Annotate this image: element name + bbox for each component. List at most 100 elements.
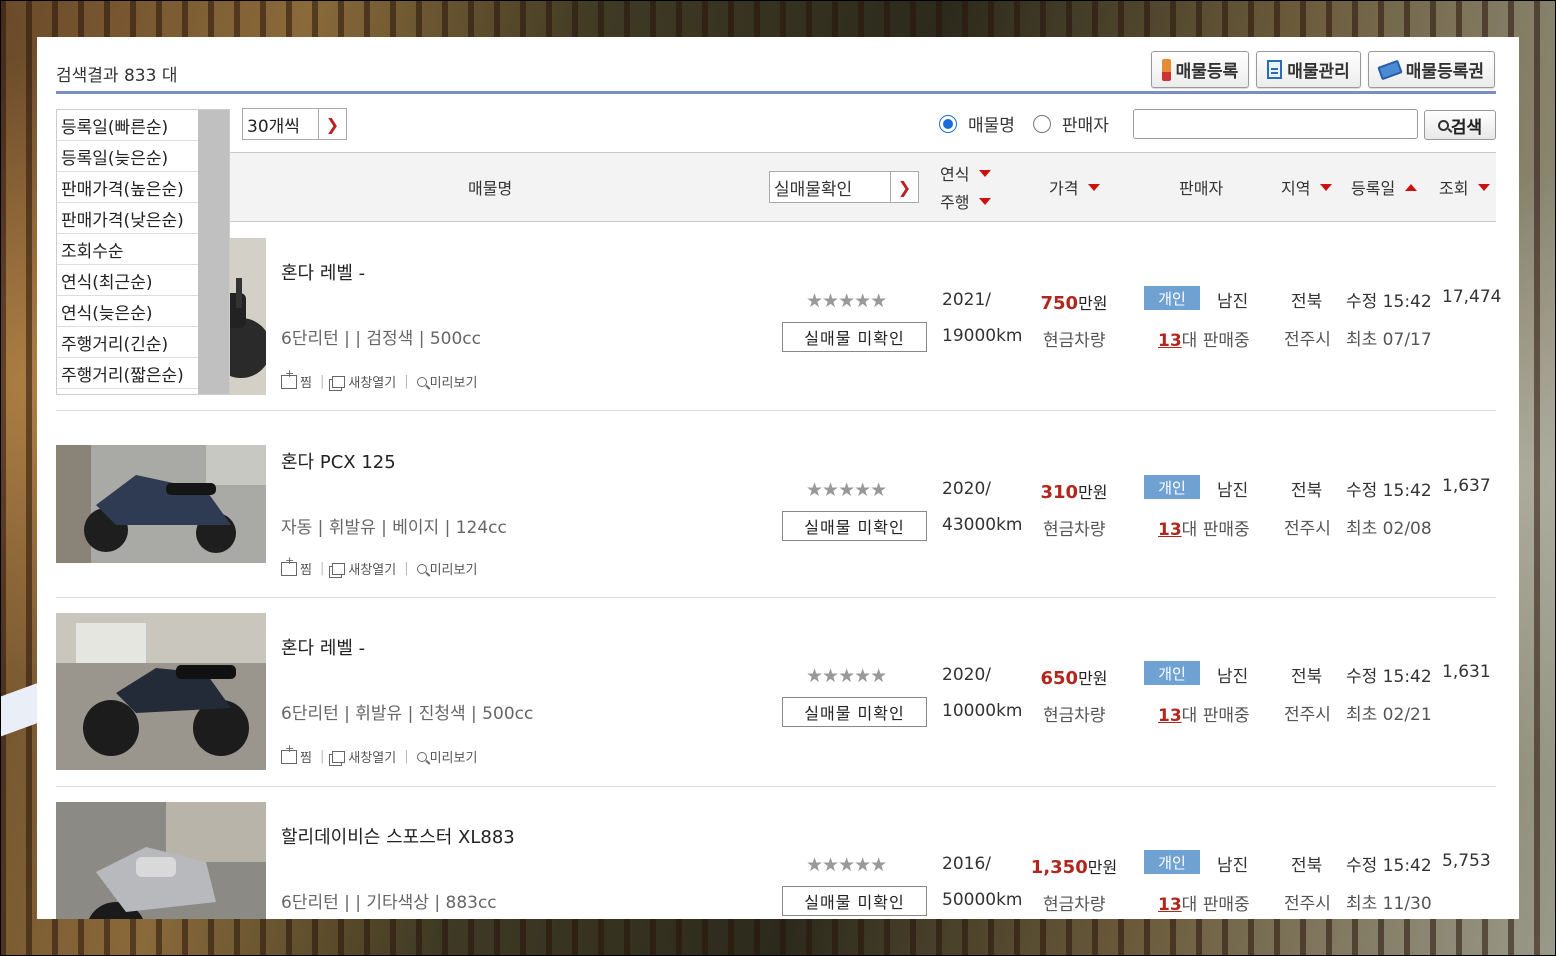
listing-city: 전주시 (1284, 519, 1331, 539)
sort-option[interactable]: 판매가격(낮은순) (57, 203, 198, 234)
dropdown-scrollbar[interactable] (198, 110, 229, 394)
motorcycle-photo (56, 802, 266, 919)
listing-title[interactable]: 할리데이비슨 스포스터 XL883 (281, 823, 515, 849)
new-window-icon (332, 375, 346, 388)
new-window-label: 새창열기 (348, 563, 397, 578)
separator: | (404, 561, 409, 576)
preview-button[interactable]: 미리보기 (416, 559, 477, 578)
sort-views[interactable]: 조회 (1439, 153, 1491, 221)
radio-seller[interactable] (1032, 114, 1051, 133)
sort-down-icon (1088, 183, 1101, 191)
new-window-button[interactable]: 새창열기 (332, 747, 396, 766)
preview-button[interactable]: 미리보기 (416, 747, 478, 766)
listing-price: 650만원 (1026, 665, 1122, 689)
listing-spec: 6단리턴 | 휘발유 | 진청색 | 500cc (281, 704, 534, 724)
seller-name[interactable]: 남진 (1217, 662, 1248, 687)
sort-year[interactable]: 연식 (940, 161, 992, 185)
document-icon (1267, 60, 1283, 79)
header-region-label: 지역 (1281, 179, 1311, 198)
search-input[interactable] (1133, 109, 1418, 139)
sort-region[interactable]: 지역 (1281, 153, 1333, 221)
header-date-label: 등록일 (1351, 179, 1396, 198)
real-check-button[interactable]: 실매물 미확인 (782, 322, 927, 352)
payment-type: 현금차량 (1043, 331, 1106, 351)
sort-option[interactable]: 주행거리(긴순) (57, 327, 198, 358)
register-listing-label: 매물등록 (1175, 62, 1239, 82)
sort-option[interactable]: 판매가격(높은순) (57, 172, 198, 203)
preview-button[interactable]: 미리보기 (416, 372, 477, 391)
payment-type: 현금차량 (1043, 706, 1106, 726)
listing-city: 전주시 (1284, 705, 1331, 725)
real-check-button[interactable]: 실매물 미확인 (782, 511, 927, 541)
listing-mileage: 10000km (942, 701, 1023, 721)
sort-option[interactable]: 등록일(빠른순) (57, 110, 198, 141)
sort-option[interactable]: 주행거리(짧은순) (57, 358, 198, 389)
preview-icon (416, 376, 427, 387)
sort-option[interactable]: 연식(늦은순) (57, 296, 198, 327)
seller-listing-count[interactable]: 13대 판매중 (1158, 890, 1250, 915)
radio-listing-name[interactable] (939, 114, 957, 133)
sort-mileage[interactable]: 주행 (940, 189, 992, 213)
sort-option[interactable]: 연식(최근순) (57, 265, 198, 296)
seller-name[interactable]: 남진 (1217, 287, 1248, 312)
sort-dropdown-list[interactable]: 등록일(빠른순) 등록일(늦은순) 판매가격(높은순) 판매가격(낮은순) 조회… (56, 109, 230, 395)
header-seller: 판매자 (1179, 179, 1224, 198)
first-registered: 최초 07/17 (1346, 330, 1432, 350)
manage-listing-button[interactable]: 매물관리 (1256, 51, 1361, 88)
price-unit: 만원 (1078, 294, 1108, 313)
seller-listing-count[interactable]: 13대 판매중 (1158, 515, 1250, 540)
wishlist-icon (281, 554, 297, 576)
new-window-button[interactable]: 새창열기 (332, 372, 396, 391)
preview-label: 미리보기 (429, 751, 478, 766)
seller-name[interactable]: 남진 (1217, 851, 1248, 876)
header-price-label: 가격 (1049, 179, 1079, 198)
listing-city: 전주시 (1284, 330, 1331, 350)
sort-price[interactable]: 가격 (1049, 153, 1101, 221)
listing-photo[interactable] (56, 802, 266, 919)
sort-down-icon (979, 169, 992, 177)
listing-actions: 찜 | 새창열기 | 미리보기 (281, 742, 478, 766)
table-row: 혼다 PCX 125 자동 | 휘발유 | 베이지 | 124cc 찜 | 새창… (56, 411, 1496, 598)
listing-voucher-button[interactable]: 매물등록권 (1367, 51, 1495, 88)
radio-seller-label: 판매자 (1061, 116, 1109, 136)
real-check-select[interactable]: 실매물확인 ❯ (769, 171, 919, 203)
seller-listing-count[interactable]: 13대 판매중 (1158, 701, 1250, 726)
seller-listing-count[interactable]: 13대 판매중 (1158, 326, 1250, 351)
search-button[interactable]: 검색 (1424, 110, 1496, 140)
table-row: 할리데이비슨 스포스터 XL883 6단리턴 | | 기타색상 | 883cc … (56, 787, 1496, 919)
real-check-button[interactable]: 실매물 미확인 (782, 697, 927, 727)
result-count: 검색결과 833 대 (56, 66, 178, 86)
chevron-down-icon: ❯ (890, 172, 918, 202)
listing-photo[interactable] (56, 445, 266, 563)
listing-title[interactable]: 혼다 PCX 125 (281, 448, 396, 474)
listing-price: 750만원 (1026, 290, 1122, 314)
selling-suffix: 대 판매중 (1181, 706, 1250, 726)
wishlist-button[interactable]: 찜 (281, 742, 312, 766)
listing-mileage: 50000km (942, 890, 1023, 910)
listing-photo[interactable] (56, 613, 266, 770)
table-header: 매물명 실매물확인 ❯ 연식 주행 가격 판매자 지역 등록일 조회 (56, 152, 1496, 222)
wishlist-button[interactable]: 찜 (281, 367, 312, 391)
selling-count: 13 (1158, 520, 1182, 540)
per-page-select[interactable]: 30개씩 ❯ (242, 108, 347, 140)
listing-year: 2021/ (942, 290, 991, 310)
listing-year: 2016/ (942, 854, 991, 874)
search-type-radio-group: 매물명 판매자 (939, 111, 1127, 136)
payment-type: 현금차량 (1043, 520, 1106, 540)
new-window-button[interactable]: 새창열기 (332, 559, 396, 578)
price-unit: 만원 (1087, 858, 1118, 877)
listing-title[interactable]: 혼다 레벨 - (281, 634, 365, 660)
top-button-group: 매물등록 매물관리 매물등록권 (1150, 51, 1495, 88)
wishlist-button[interactable]: 찜 (281, 554, 312, 578)
listing-voucher-label: 매물등록권 (1405, 62, 1484, 82)
table-row: 혼다 레벨 - 6단리턴 | 휘발유 | 진청색 | 500cc 찜 | 새창열… (56, 598, 1496, 787)
seller-name[interactable]: 남진 (1217, 476, 1248, 501)
sort-option[interactable]: 등록일(늦은순) (57, 141, 198, 172)
real-check-button[interactable]: 실매물 미확인 (782, 886, 927, 916)
sort-down-icon (979, 197, 992, 205)
sort-date[interactable]: 등록일 (1351, 153, 1418, 221)
preview-icon (416, 751, 427, 762)
listing-title[interactable]: 혼다 레벨 - (281, 259, 365, 285)
sort-option[interactable]: 조회수순 (57, 234, 198, 265)
register-listing-button[interactable]: 매물등록 (1150, 51, 1250, 88)
